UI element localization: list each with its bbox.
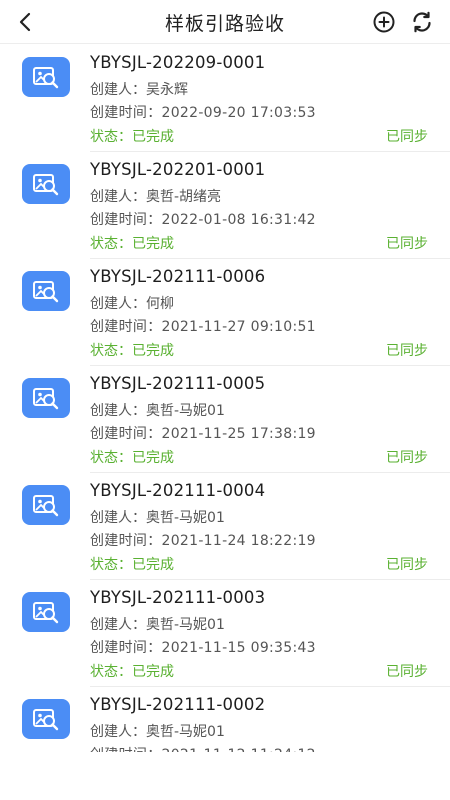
record-created-time: 创建时间：2021-11-15 09:35:43 — [90, 640, 316, 656]
record-list: YBYSJL-202209-0001 创建人：吴永辉 创建时间：2022-09-… — [0, 45, 450, 794]
record-status: 状态：已完成 — [90, 557, 174, 573]
record-creator: 创建人：奥哲-胡绪亮 — [90, 189, 222, 205]
record-item[interactable]: YBYSJL-202111-0003 创建人：奥哲-马妮01 创建时间：2021… — [0, 580, 450, 687]
record-creator: 创建人：奥哲-马妮01 — [90, 510, 225, 526]
record-item[interactable]: YBYSJL-202111-0005 创建人：奥哲-马妮01 创建时间：2021… — [0, 366, 450, 473]
record-status: 状态：已完成 — [90, 236, 174, 252]
record-status: 状态：已完成 — [90, 343, 174, 359]
record-created-time: 创建时间：2021-11-25 17:38:19 — [90, 426, 316, 442]
image-search-icon — [22, 164, 70, 204]
refresh-icon[interactable] — [410, 10, 434, 34]
image-search-icon — [22, 699, 70, 739]
record-sync-status: 已同步 — [386, 557, 428, 573]
record-id: YBYSJL-202201-0001 — [90, 160, 266, 179]
record-id: YBYSJL-202209-0001 — [90, 53, 266, 72]
record-creator: 创建人：奥哲-马妮01 — [90, 617, 225, 633]
record-sync-status: 已同步 — [386, 236, 428, 252]
record-sync-status: 已同步 — [386, 664, 428, 680]
record-created-time: 创建时间：2022-01-08 16:31:42 — [90, 212, 316, 228]
image-search-icon — [22, 592, 70, 632]
app-header: 样板引路验收 — [0, 0, 450, 44]
app-page: 样板引路验收 YBYSJL-202209-0001 创建人：吴永辉 创建时间：2… — [0, 0, 450, 800]
record-creator: 创建人：吴永辉 — [90, 82, 188, 98]
record-id: YBYSJL-202111-0006 — [90, 267, 266, 286]
image-search-icon — [22, 271, 70, 311]
record-created-time: 创建时间：2021-11-27 09:10:51 — [90, 319, 316, 335]
record-creator: 创建人：奥哲-马妮01 — [90, 724, 225, 740]
record-sync-status: 已同步 — [386, 343, 428, 359]
record-creator: 创建人：奥哲-马妮01 — [90, 403, 225, 419]
record-item[interactable]: YBYSJL-202111-0006 创建人：何柳 创建时间：2021-11-2… — [0, 259, 450, 366]
record-created-time: 创建时间：2021-11-24 18:22:19 — [90, 533, 316, 549]
record-id: YBYSJL-202111-0002 — [90, 695, 266, 714]
record-status: 状态：已完成 — [90, 450, 174, 466]
record-item[interactable]: YBYSJL-202201-0001 创建人：奥哲-胡绪亮 创建时间：2022-… — [0, 152, 450, 259]
record-id: YBYSJL-202111-0004 — [90, 481, 266, 500]
image-search-icon — [22, 57, 70, 97]
record-status: 状态：已完成 — [90, 664, 174, 680]
record-sync-status: 已同步 — [386, 450, 428, 466]
image-search-icon — [22, 378, 70, 418]
list-bottom-mask — [0, 752, 450, 800]
record-id: YBYSJL-202111-0005 — [90, 374, 266, 393]
record-id: YBYSJL-202111-0003 — [90, 588, 266, 607]
record-item[interactable]: YBYSJL-202111-0004 创建人：奥哲-马妮01 创建时间：2021… — [0, 473, 450, 580]
add-circle-icon[interactable] — [372, 10, 396, 34]
record-item[interactable]: YBYSJL-202209-0001 创建人：吴永辉 创建时间：2022-09-… — [0, 45, 450, 152]
record-sync-status: 已同步 — [386, 129, 428, 145]
record-creator: 创建人：何柳 — [90, 296, 174, 312]
record-status: 状态：已完成 — [90, 129, 174, 145]
record-created-time: 创建时间：2022-09-20 17:03:53 — [90, 105, 316, 121]
image-search-icon — [22, 485, 70, 525]
